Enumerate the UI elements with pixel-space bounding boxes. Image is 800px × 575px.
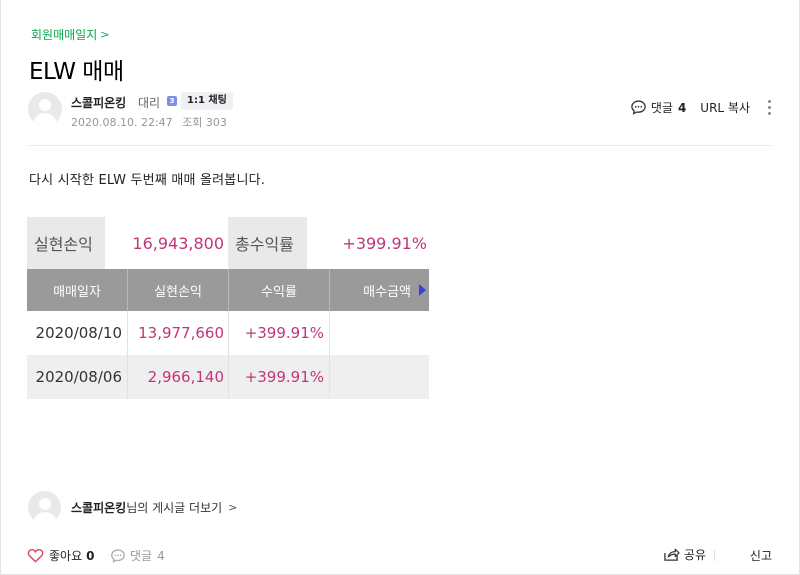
post-date: 2020.08.10. 22:47: [71, 116, 173, 129]
url-copy-button[interactable]: URL 복사: [700, 99, 750, 116]
divider: [28, 145, 772, 146]
share-icon: [664, 548, 680, 561]
category-link[interactable]: 회원매매일지 >: [31, 26, 109, 43]
total-return-label: 총수익률: [228, 217, 307, 269]
post-footer: 좋아요 0 댓글 4 공유 신고: [27, 545, 772, 567]
report-button[interactable]: 신고: [750, 547, 772, 564]
cell-rate: +399.91%: [229, 355, 330, 399]
cell-date: 2020/08/06: [27, 355, 128, 399]
chevron-right-icon: >: [228, 500, 238, 514]
view-count: 조회 303: [182, 116, 227, 129]
author-row: 스콜피온킹 대리 3 1:1 채팅 2020.08.10. 22:47 조회 3…: [28, 90, 772, 130]
more-vertical-icon[interactable]: [768, 100, 772, 115]
scroll-right-arrow-icon[interactable]: [419, 284, 426, 296]
comments-label: 댓글: [650, 101, 673, 115]
speech-bubble-icon: [631, 100, 646, 115]
realized-label: 실현손익: [27, 217, 105, 269]
footer-comments-count: 4: [157, 548, 165, 563]
more-posts: 스콜피온킹 님의 게시글 더보기 >: [28, 490, 237, 524]
header-rate: 수익률: [229, 269, 330, 311]
post-meta: 2020.08.10. 22:47 조회 303: [71, 114, 227, 130]
cell-pl: 13,977,660: [128, 311, 229, 355]
speech-bubble-icon: [111, 548, 125, 563]
header-buy: 매수금액: [330, 269, 429, 311]
comments-link[interactable]: 댓글 4: [630, 99, 686, 116]
default-avatar-icon[interactable]: [28, 490, 61, 524]
more-posts-link[interactable]: 스콜피온킹 님의 게시글 더보기 >: [71, 499, 237, 516]
header-date: 매매일자: [27, 269, 128, 311]
author-name[interactable]: 스콜피온킹: [71, 94, 126, 111]
summary-table: 실현손익 16,943,800 총수익률 +399.91%: [27, 217, 431, 269]
like-label: 좋아요: [49, 549, 83, 563]
table-header: 매매일자 실현손익 수익률 매수금액: [27, 269, 429, 311]
header-pl: 실현손익: [128, 269, 229, 311]
cell-date: 2020/08/10: [27, 311, 128, 355]
share-label: 공유: [683, 548, 706, 562]
more-posts-suffix: 님의 게시글 더보기: [126, 500, 223, 515]
post-tools: 댓글 4 URL 복사: [630, 99, 772, 116]
table-row: 2020/08/06 2,966,140 +399.91%: [27, 355, 429, 399]
chat-button[interactable]: 1:1 채팅: [181, 92, 233, 110]
cell-buy: [330, 355, 429, 399]
total-return-value: +399.91%: [307, 217, 431, 269]
category-label: 회원매매일지: [31, 28, 98, 42]
cell-buy: [330, 311, 429, 355]
like-count: 0: [86, 548, 95, 563]
chevron-right-icon: >: [100, 28, 110, 41]
post-body-text: 다시 시작한 ELW 두번째 매매 올려봅니다.: [29, 173, 266, 188]
footer-comments-button[interactable]: 댓글 4: [110, 547, 165, 564]
heart-icon: [27, 548, 44, 563]
cell-pl: 2,966,140: [128, 355, 229, 399]
realized-value: 16,943,800: [105, 217, 228, 269]
like-button[interactable]: 좋아요 0: [27, 547, 94, 564]
divider: [714, 550, 715, 561]
cell-rate: +399.91%: [229, 311, 330, 355]
rank-icon: 3: [167, 96, 177, 106]
header-buy-label: 매수금액: [363, 284, 411, 300]
default-avatar-icon[interactable]: [28, 92, 62, 126]
trade-table: 매매일자 실현손익 수익률 매수금액 2020/08/10 13,977,660…: [27, 269, 429, 399]
author-rank: 대리: [138, 96, 161, 110]
post-title: ELW 매매: [29, 59, 124, 85]
comments-count: 4: [677, 100, 687, 115]
footer-comments-label: 댓글: [130, 549, 153, 563]
more-posts-author: 스콜피온킹: [71, 500, 127, 515]
table-row: 2020/08/10 13,977,660 +399.91%: [27, 311, 429, 355]
share-button[interactable]: 공유: [663, 546, 706, 563]
